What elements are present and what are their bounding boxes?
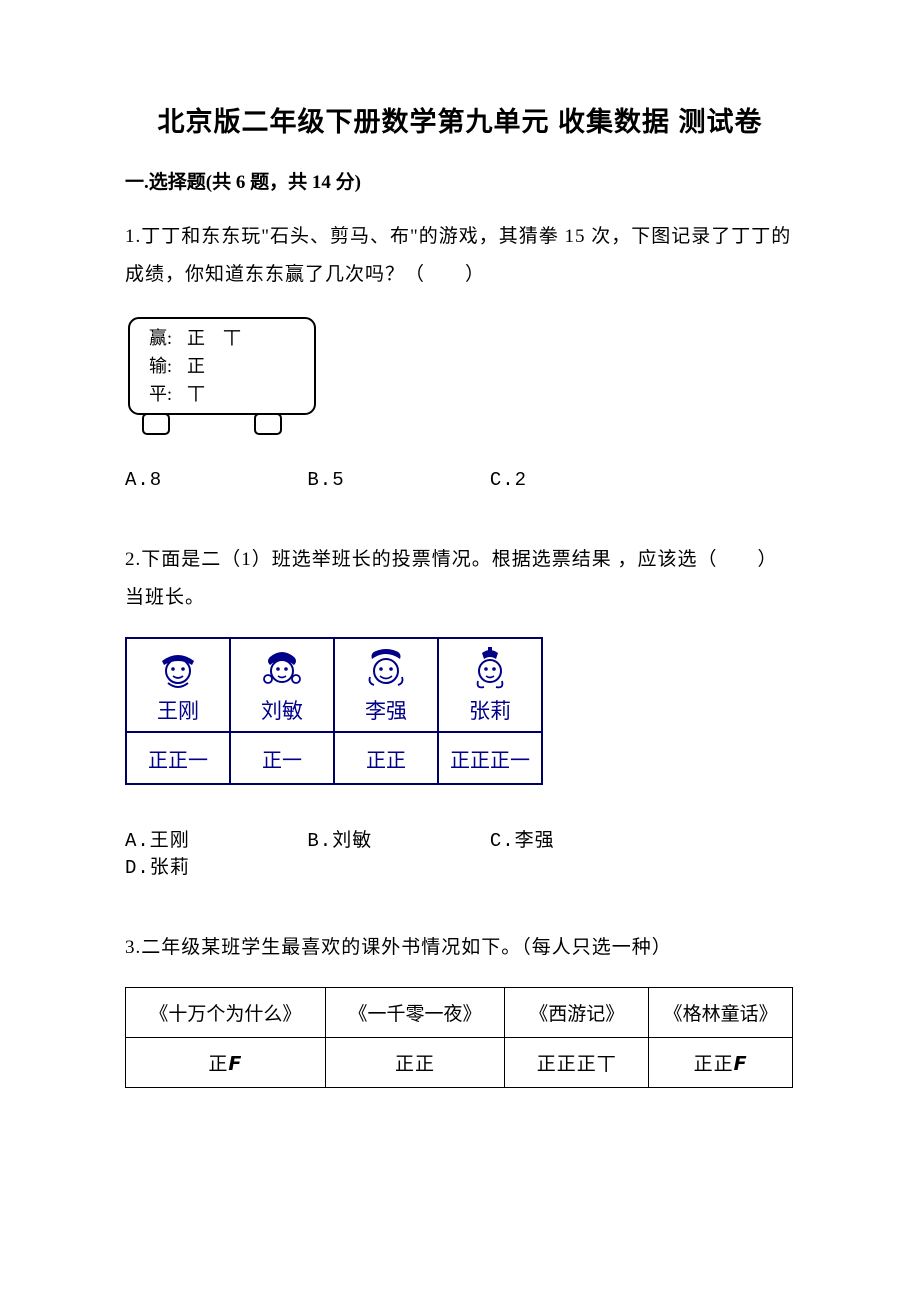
q2-tally-4: 正正正一 xyxy=(438,732,542,784)
q3-tally-2: 正正 xyxy=(325,1038,505,1088)
q3-book-2: 《一千零一夜》 xyxy=(325,988,505,1038)
q3-tally-4: 正正𝙁 xyxy=(649,1038,793,1088)
q1-tally-diagram: 赢: 正 丅 输: 正 平: 丅 xyxy=(125,314,320,439)
q2-tally-3: 正正 xyxy=(334,732,438,784)
q2-name-2: 刘敏 xyxy=(231,695,333,725)
q2-option-b: B.刘敏 xyxy=(307,825,477,852)
svg-text:输:: 输: xyxy=(149,356,172,376)
q2-candidate-1: 王刚 xyxy=(126,638,230,732)
face-icon xyxy=(260,647,304,691)
q1-win-label: 赢: xyxy=(149,327,172,348)
q1-option-c: C.2 xyxy=(490,469,660,491)
q3-book-1: 《十万个为什么》 xyxy=(126,988,326,1038)
q2-tally-1: 正正一 xyxy=(126,732,230,784)
q1-draw-marks: 丅 xyxy=(187,384,205,404)
section-1-header: 一.选择题(共 6 题，共 14 分) xyxy=(125,167,795,194)
q3-book-4: 《格林童话》 xyxy=(649,988,793,1038)
svg-text:平:: 平: xyxy=(149,384,172,404)
q2-option-d: D.张莉 xyxy=(125,852,295,879)
q2-candidate-3: 李强 xyxy=(334,638,438,732)
q1-lose-label: 输: xyxy=(149,356,172,376)
q2-vote-table: 王刚 刘敏 xyxy=(125,637,543,785)
q1-lose-marks: 正 xyxy=(187,356,205,376)
q2-option-a: A.王刚 xyxy=(125,825,295,852)
svg-text:正 丅: 正 丅 xyxy=(187,328,241,348)
q1-options: A.8 B.5 C.2 xyxy=(125,469,795,491)
svg-text:丅: 丅 xyxy=(187,384,205,404)
q2-option-c: C.李强 xyxy=(490,825,660,852)
q2-name-4: 张莉 xyxy=(439,695,541,725)
face-icon xyxy=(468,647,512,691)
question-2-text: 2.下面是二（1）班选举班长的投票情况。根据选票结果 ，应该选（ ）当班长。 xyxy=(125,541,795,617)
q3-book-3: 《西游记》 xyxy=(505,988,649,1038)
q3-book-table: 《十万个为什么》 《一千零一夜》 《西游记》 《格林童话》 正𝙁 正正 正正正丅… xyxy=(125,987,793,1088)
page-content: 北京版二年级下册数学第九单元 收集数据 测试卷 一.选择题(共 6 题，共 14… xyxy=(0,0,920,1148)
q1-option-b: B.5 xyxy=(307,469,477,491)
q3-tally-3: 正正正丅 xyxy=(505,1038,649,1088)
q2-tally-2: 正一 xyxy=(230,732,334,784)
q1-draw-label: 平: xyxy=(149,384,172,404)
document-title: 北京版二年级下册数学第九单元 收集数据 测试卷 xyxy=(125,100,795,139)
q1-option-a: A.8 xyxy=(125,469,295,491)
face-icon xyxy=(364,647,408,691)
question-1-text: 1.丁丁和东东玩"石头、剪马、布"的游戏，其猜拳 15 次，下图记录了丁丁的成绩… xyxy=(125,218,795,294)
question-3-text: 3.二年级某班学生最喜欢的课外书情况如下。（每人只选一种） xyxy=(125,929,795,967)
q2-options: A.王刚 B.刘敏 C.李强 D.张莉 xyxy=(125,825,795,879)
svg-text:正: 正 xyxy=(187,356,205,376)
face-icon xyxy=(156,647,200,691)
q1-win-marks: 正 丅 xyxy=(187,328,241,348)
svg-text:赢:: 赢: xyxy=(149,327,172,348)
q2-name-1: 王刚 xyxy=(127,695,229,725)
q2-candidate-2: 刘敏 xyxy=(230,638,334,732)
q2-candidate-4: 张莉 xyxy=(438,638,542,732)
q2-name-3: 李强 xyxy=(335,695,437,725)
q3-tally-1: 正𝙁 xyxy=(126,1038,326,1088)
